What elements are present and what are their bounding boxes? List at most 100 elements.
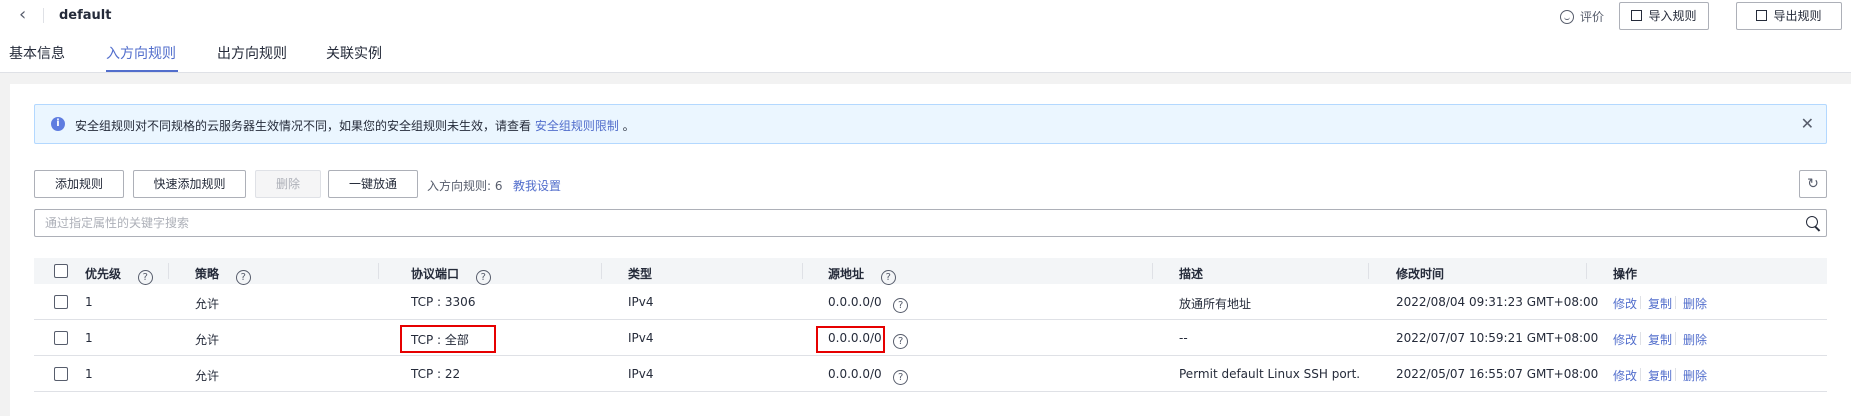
smile-icon — [1560, 10, 1574, 24]
security-group-limit-link[interactable]: 安全组规则限制 — [535, 119, 619, 133]
chevron-left-icon[interactable]: ‹ — [19, 5, 26, 25]
rule-count: 入方向规则: 6 — [427, 179, 503, 193]
table-row: 1 允许 TCP : 全部 IPv4 0.0.0.0/0 ? -- 2022/0… — [34, 320, 1827, 356]
table-row: 1 允许 TCP : 3306 IPv4 0.0.0.0/0 ? 放通所有地址 … — [34, 284, 1827, 320]
delete-link[interactable]: 删除 — [1683, 295, 1707, 312]
highlight-box — [816, 326, 885, 353]
col-policy-label: 策略 — [195, 267, 220, 281]
row-type: IPv4 — [628, 295, 654, 309]
col-priority: 优先级 ? — [85, 265, 153, 285]
action-divider — [1640, 368, 1641, 381]
column-divider — [378, 263, 379, 279]
tab-outbound-rules[interactable]: 出方向规则 — [217, 43, 287, 63]
col-description: 描述 — [1179, 267, 1204, 281]
row-description: Permit default Linux SSH port. — [1179, 367, 1361, 381]
help-icon[interactable]: ? — [235, 270, 251, 285]
row-checkbox[interactable] — [54, 331, 68, 345]
action-divider — [1675, 296, 1676, 309]
top-bar: ‹ default 评价 导入规则 导出规则 — [0, 0, 1851, 33]
row-priority: 1 — [85, 295, 93, 309]
help-icon[interactable]: ? — [893, 334, 909, 349]
help-setup-link[interactable]: 教我设置 — [513, 177, 561, 194]
page-title: default — [59, 8, 112, 23]
one-click-allow-button[interactable]: 一键放通 — [328, 170, 418, 198]
close-icon[interactable]: ✕ — [1801, 114, 1814, 133]
active-tab-indicator — [106, 70, 178, 72]
row-policy: 允许 — [195, 333, 220, 347]
alert-text: 安全组规则对不同规格的云服务器生效情况不同，如果您的安全组规则未生效，请查看 — [75, 119, 535, 133]
modify-link[interactable]: 修改 — [1613, 331, 1637, 348]
row-policy: 允许 — [195, 297, 220, 311]
row-checkbox[interactable] — [54, 367, 68, 381]
help-icon[interactable]: ? — [893, 370, 909, 385]
action-divider — [1675, 368, 1676, 381]
help-icon[interactable]: ? — [137, 270, 153, 285]
delete-link[interactable]: 删除 — [1683, 367, 1707, 384]
column-divider — [1586, 263, 1587, 279]
search-box — [34, 209, 1827, 237]
row-time: 2022/05/07 16:55:07 GMT+08:00 — [1396, 367, 1599, 381]
copy-link[interactable]: 复制 — [1648, 367, 1672, 384]
col-source-label: 源地址 — [828, 267, 865, 281]
tab-inbound-rules[interactable]: 入方向规则 — [106, 43, 176, 63]
quick-add-rule-button[interactable]: 快速添加规则 — [133, 170, 246, 198]
highlight-box — [400, 325, 496, 353]
col-port-label: 协议端口 — [411, 267, 460, 281]
row-policy: 允许 — [195, 369, 220, 383]
col-source: 源地址 ? — [828, 265, 896, 285]
modify-link[interactable]: 修改 — [1613, 367, 1637, 384]
col-policy: 策略 ? — [195, 265, 251, 285]
row-priority: 1 — [85, 367, 93, 381]
add-rule-button[interactable]: 添加规则 — [34, 170, 124, 198]
column-divider — [1368, 263, 1369, 279]
row-time: 2022/08/04 09:31:23 GMT+08:00 — [1396, 295, 1599, 309]
delete-link[interactable]: 删除 — [1683, 331, 1707, 348]
search-input[interactable] — [35, 210, 1775, 236]
row-source-value: 0.0.0.0/0 — [828, 367, 882, 381]
help-icon[interactable]: ? — [475, 270, 491, 285]
help-icon[interactable]: ? — [893, 298, 909, 313]
column-divider — [1152, 263, 1153, 279]
action-divider — [1675, 332, 1676, 345]
modify-link[interactable]: 修改 — [1613, 295, 1637, 312]
divider — [43, 8, 44, 23]
rate-link[interactable]: 评价 — [1560, 8, 1604, 25]
col-priority-label: 优先级 — [85, 267, 122, 281]
col-type: 类型 — [628, 267, 653, 281]
table-header: 优先级 ? 策略 ? 协议端口 ? 类型 源地址 ? 描述 修改时间 操作 — [34, 258, 1827, 285]
table-row: 1 允许 TCP : 22 IPv4 0.0.0.0/0 ? Permit de… — [34, 356, 1827, 392]
col-actions: 操作 — [1613, 267, 1638, 281]
row-port: TCP : 22 — [411, 367, 461, 381]
column-divider — [802, 263, 803, 279]
copy-link[interactable]: 复制 — [1648, 331, 1672, 348]
info-alert: i 安全组规则对不同规格的云服务器生效情况不同，如果您的安全组规则未生效，请查看… — [34, 104, 1827, 144]
export-label: 导出规则 — [1773, 9, 1822, 23]
col-modified-time: 修改时间 — [1396, 267, 1445, 281]
row-type: IPv4 — [628, 367, 654, 381]
row-priority: 1 — [85, 331, 93, 345]
rules-panel: i 安全组规则对不同规格的云服务器生效情况不同，如果您的安全组规则未生效，请查看… — [10, 84, 1851, 416]
column-divider — [601, 263, 602, 279]
row-type: IPv4 — [628, 331, 654, 345]
row-checkbox[interactable] — [54, 295, 68, 309]
help-icon[interactable]: ? — [880, 270, 896, 285]
copy-link[interactable]: 复制 — [1648, 295, 1672, 312]
tab-basic-info[interactable]: 基本信息 — [9, 43, 65, 63]
import-rules-button[interactable]: 导入规则 — [1619, 2, 1709, 30]
row-port: TCP : 3306 — [411, 295, 476, 309]
select-all-checkbox[interactable] — [54, 264, 68, 278]
col-protocol-port: 协议端口 ? — [411, 265, 491, 285]
export-icon — [1756, 10, 1768, 21]
info-icon: i — [51, 117, 65, 131]
export-rules-button[interactable]: 导出规则 — [1736, 2, 1842, 30]
alert-message: 安全组规则对不同规格的云服务器生效情况不同，如果您的安全组规则未生效，请查看 安… — [75, 117, 635, 134]
row-source: 0.0.0.0/0 ? — [828, 367, 909, 385]
delete-button[interactable]: 删除 — [255, 170, 321, 198]
search-icon[interactable] — [1806, 216, 1818, 228]
action-divider — [1640, 296, 1641, 309]
refresh-icon[interactable]: ↻ — [1799, 170, 1827, 198]
tab-associated-instances[interactable]: 关联实例 — [326, 43, 382, 63]
column-divider — [168, 263, 169, 279]
rate-label: 评价 — [1580, 10, 1605, 24]
row-description: -- — [1179, 331, 1188, 345]
